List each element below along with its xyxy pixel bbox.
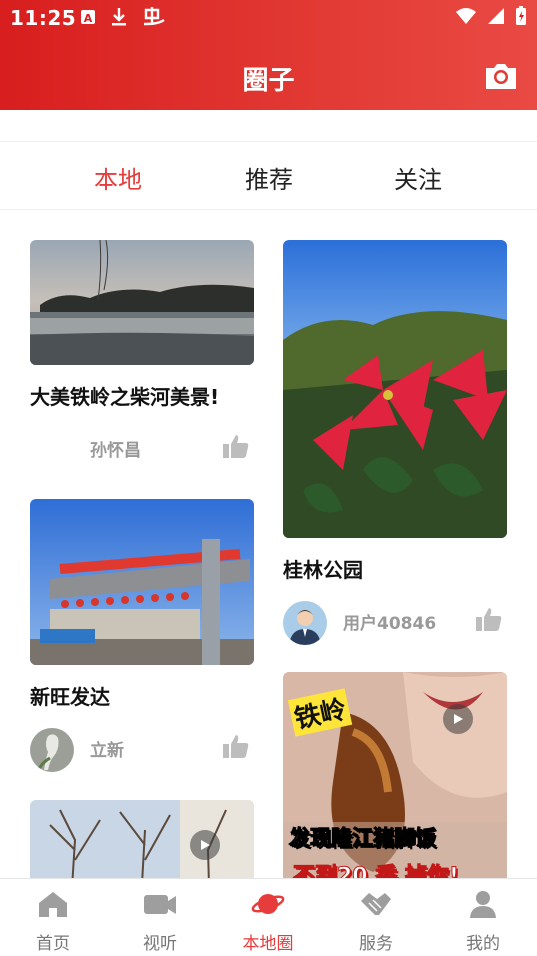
download-icon [112, 8, 126, 26]
status-bar: 11:25 A [0, 0, 537, 36]
handshake-icon [361, 893, 391, 915]
tab-local[interactable]: 本地 [94, 160, 142, 195]
thumbs-up-icon[interactable] [222, 432, 250, 460]
post-card[interactable]: 桂林公园 用户40846 [283, 240, 507, 647]
nav-mine[interactable]: 我的 [443, 889, 523, 954]
post-meta: 孙怀昌 [30, 424, 254, 474]
camera-icon[interactable] [483, 58, 519, 94]
nav-video[interactable]: 视听 [120, 889, 200, 954]
page-title: 圈子 [242, 66, 295, 96]
status-right-icons [455, 6, 527, 26]
post-image-trees-video[interactable] [30, 800, 254, 878]
tab-follow[interactable]: 关注 [394, 160, 442, 195]
avatar[interactable] [283, 601, 327, 645]
tab-bar: 本地 推荐 关注 [0, 142, 537, 210]
avatar[interactable] [30, 728, 74, 772]
nav-label: 首页 [36, 934, 70, 954]
bottom-nav: 首页 视听 本地圈 服务 我的 [0, 878, 537, 956]
header: 11:25 A 圈子 [0, 0, 537, 110]
nav-label: 我的 [466, 934, 500, 954]
video-overlay-mid: 发现隆江猪脚饭 [289, 826, 437, 851]
nav-home[interactable]: 首页 [13, 889, 93, 954]
post-author[interactable]: 用户40846 [343, 609, 436, 634]
status-time: 11:25 [10, 6, 77, 30]
home-icon [39, 892, 67, 917]
post-title: 新旺发达 [30, 685, 110, 709]
user-icon [470, 891, 496, 918]
post-image-market-gate[interactable] [30, 499, 254, 665]
post-card[interactable]: 新旺发达 立新 [30, 499, 254, 774]
play-icon[interactable] [443, 704, 473, 734]
post-title: 桂林公园 [283, 558, 363, 582]
post-card[interactable]: 铁岭 发现隆江猪脚饭 不到20 香 掉你! [283, 672, 507, 878]
post-title: 大美铁岭之柴河美景! [30, 385, 220, 409]
nav-label: 服务 [359, 934, 393, 954]
battery-charging-icon [516, 6, 526, 25]
feed: 大美铁岭之柴河美景! 孙怀昌 新旺发达 立新 桂林公园 用户40846 铁岭 发… [0, 210, 537, 878]
video-icon [144, 895, 176, 914]
nav-local-circle[interactable]: 本地圈 [228, 889, 308, 954]
nav-label: 视听 [143, 934, 177, 954]
nav-label: 本地圈 [242, 934, 294, 954]
play-icon[interactable] [190, 830, 220, 860]
nav-service[interactable]: 服务 [336, 889, 416, 954]
thumbs-up-icon[interactable] [475, 605, 503, 633]
post-author[interactable]: 立新 [90, 736, 124, 761]
status-left-icons: A [80, 6, 166, 28]
signal-icon [488, 8, 504, 24]
tab-recommend[interactable]: 推荐 [245, 160, 293, 195]
header-spacer [0, 110, 537, 142]
post-author[interactable]: 孙怀昌 [90, 436, 141, 461]
post-card[interactable] [30, 800, 254, 878]
app: 11:25 A 圈子 本地 推荐 关注 大美铁岭之柴河美景! 孙怀昌 新旺发达 … [0, 0, 537, 956]
thumbs-up-icon[interactable] [222, 732, 250, 760]
notification-a-icon: A [81, 10, 95, 25]
post-image-food-video[interactable]: 铁岭 发现隆江猪脚饭 不到20 香 掉你! [283, 672, 507, 878]
post-image-lake[interactable] [30, 240, 254, 365]
video-overlay-bottom: 不到20 香 掉你! [293, 864, 460, 879]
post-image-poinsettia[interactable] [283, 240, 507, 538]
post-card[interactable]: 大美铁岭之柴河美景! 孙怀昌 [30, 240, 254, 474]
app-notification-icon [143, 7, 165, 26]
svg-text:A: A [84, 12, 93, 25]
wifi-icon [456, 8, 476, 24]
post-meta: 用户40846 [283, 597, 507, 647]
post-meta: 立新 [30, 724, 254, 774]
planet-icon [251, 894, 285, 914]
